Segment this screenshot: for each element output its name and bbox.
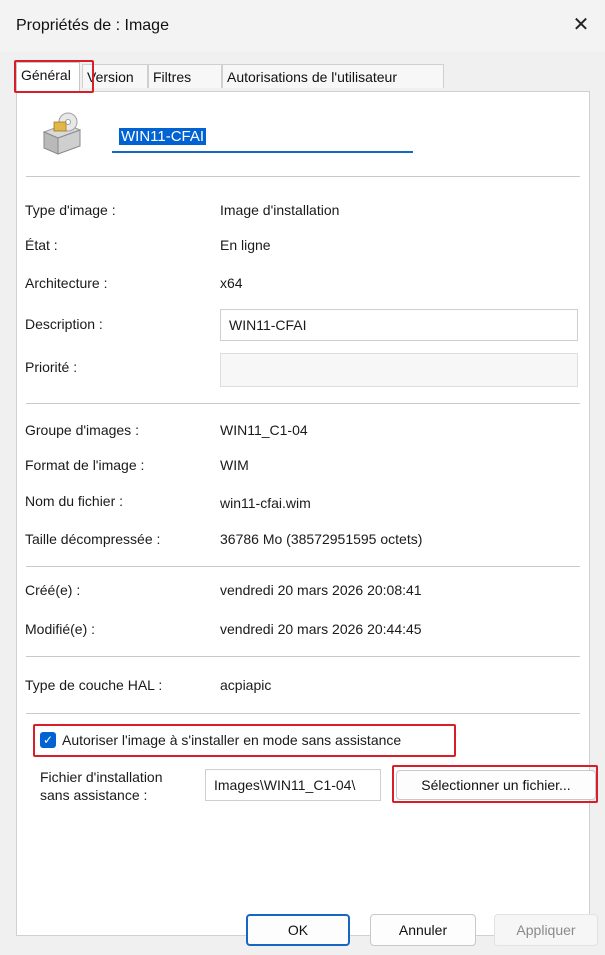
installation-image-icon	[42, 112, 82, 155]
tab-user-permissions[interactable]: Autorisations de l'utilisateur	[222, 64, 444, 88]
image-name-text: WIN11-CFAI	[119, 128, 207, 145]
tab-version[interactable]: Version	[82, 64, 148, 88]
apply-button: Appliquer	[494, 914, 598, 946]
close-icon[interactable]: ✕	[567, 11, 595, 39]
state-label: État :	[25, 237, 58, 253]
image-format-value: WIM	[220, 457, 249, 473]
description-input[interactable]: WIN11-CFAI	[220, 309, 578, 341]
priority-input	[220, 353, 578, 387]
created-value: vendredi 20 mars 2026 20:08:41	[220, 582, 422, 598]
separator	[26, 713, 580, 714]
cancel-button[interactable]: Annuler	[370, 914, 476, 946]
description-label: Description :	[25, 316, 103, 332]
unattend-file-label-line1: Fichier d'installation	[40, 769, 163, 785]
unattend-file-input[interactable]: Images\WIN11_C1-04\	[205, 769, 381, 801]
separator	[26, 403, 580, 404]
title-bar: Propriétés de : Image ✕	[0, 0, 605, 52]
type-value: Image d'installation	[220, 202, 340, 218]
separator	[26, 656, 580, 657]
image-name-field[interactable]: WIN11-CFAI	[112, 122, 413, 153]
unattended-checkbox-label[interactable]: Autoriser l'image à s'installer en mode …	[62, 732, 401, 748]
window-title: Propriétés de : Image	[16, 17, 169, 34]
tab-general[interactable]: Général	[16, 62, 80, 92]
priority-label: Priorité :	[25, 359, 78, 375]
select-file-button[interactable]: Sélectionner un fichier...	[396, 770, 596, 800]
unattended-checkbox[interactable]: ✓	[40, 732, 56, 748]
decompressed-size-label: Taille décompressée :	[25, 531, 161, 547]
decompressed-size-value: 36786 Mo (38572951595 octets)	[220, 531, 423, 547]
tab-filters[interactable]: Filtres	[148, 64, 222, 88]
filename-label: Nom du fichier :	[25, 493, 124, 509]
modified-label: Modifié(e) :	[25, 621, 96, 637]
type-label: Type d'image :	[25, 202, 116, 218]
image-format-label: Format de l'image :	[25, 457, 145, 473]
state-value: En ligne	[220, 237, 271, 253]
architecture-label: Architecture :	[25, 275, 108, 291]
ok-button[interactable]: OK	[246, 914, 350, 946]
architecture-value: x64	[220, 275, 243, 291]
hal-type-value: acpiapic	[220, 677, 272, 693]
created-label: Créé(e) :	[25, 582, 81, 598]
image-group-label: Groupe d'images :	[25, 422, 139, 438]
hal-type-label: Type de couche HAL :	[25, 677, 163, 693]
unattend-file-label-line2: sans assistance :	[40, 787, 148, 803]
filename-value: win11-cfai.wim	[220, 495, 311, 511]
image-group-value: WIN11_C1-04	[220, 422, 308, 438]
separator	[26, 176, 580, 177]
modified-value: vendredi 20 mars 2026 20:44:45	[220, 621, 422, 637]
separator	[26, 566, 580, 567]
